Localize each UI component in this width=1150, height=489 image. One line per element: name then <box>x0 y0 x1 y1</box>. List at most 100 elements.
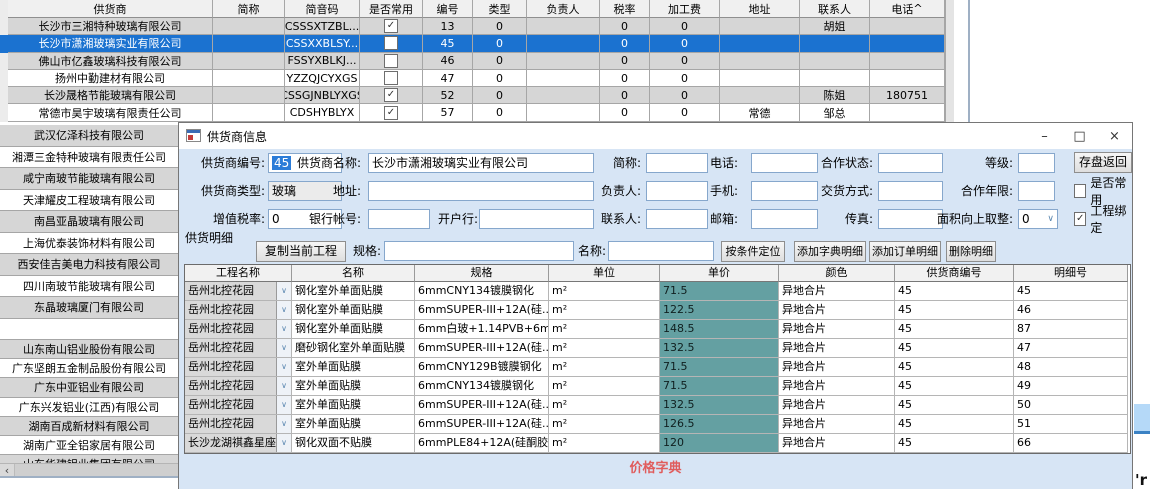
column-header[interactable]: 供货商 <box>8 0 213 18</box>
cell[interactable]: 异地合片 <box>779 358 895 377</box>
cell[interactable]: 45 <box>895 396 1014 415</box>
cell[interactable]: 异地合片 <box>779 415 895 434</box>
table-row[interactable]: 长沙晟格节能玻璃有限公司CSSGJNBLYXGS✓52000陈姐180751 <box>8 87 945 104</box>
cell[interactable]: 6mmSUPER-III+12A(硅... <box>415 396 549 415</box>
cell[interactable]: m² <box>549 320 660 339</box>
cell[interactable]: 异地合片 <box>779 282 895 301</box>
cell[interactable]: m² <box>549 339 660 358</box>
cell[interactable]: 6mmSUPER-III+12A(硅... <box>415 301 549 320</box>
cell[interactable]: 异地合片 <box>779 339 895 358</box>
cell[interactable]: m² <box>549 282 660 301</box>
save-return-button[interactable]: 存盘返回 <box>1074 152 1132 173</box>
cell[interactable]: 室外单面贴膜 <box>292 377 415 396</box>
cell[interactable]: 47 <box>1014 339 1128 358</box>
table-row[interactable]: 长沙市潇湘玻璃实业有限公司CSSXXBLSY...45000 <box>8 35 945 52</box>
spec-filter-input[interactable] <box>384 241 574 261</box>
project-combo-cell[interactable]: 岳州北控花园∨ <box>185 339 292 358</box>
cell[interactable]: 室外单面贴膜 <box>292 396 415 415</box>
project-combo-cell[interactable]: 岳州北控花园∨ <box>185 282 292 301</box>
chevron-down-icon[interactable]: ∨ <box>276 301 291 319</box>
unit-price-cell[interactable]: 126.5 <box>660 415 779 434</box>
cell[interactable]: 钢化室外单面贴膜 <box>292 282 415 301</box>
project-combo-cell[interactable]: 岳州北控花园∨ <box>185 320 292 339</box>
cell[interactable]: 6mmSUPER-III+12A(硅... <box>415 415 549 434</box>
grade-input[interactable] <box>1018 153 1055 173</box>
checkbox-checked-icon[interactable]: ✓ <box>384 88 398 102</box>
column-header[interactable]: 明细号 <box>1014 265 1128 282</box>
list-item[interactable]: 山东华建铝业集团有限公司 <box>0 455 178 463</box>
locate-by-condition-button[interactable]: 按条件定位 <box>721 241 785 262</box>
cell[interactable]: 66 <box>1014 434 1128 453</box>
column-header[interactable]: 供货商编号 <box>895 265 1014 282</box>
column-header[interactable]: 联系人 <box>800 0 870 18</box>
column-header[interactable]: 颜色 <box>779 265 895 282</box>
scroll-left-arrow-icon[interactable]: ‹ <box>0 464 14 476</box>
checkbox-checked-icon[interactable]: ✓ <box>384 106 398 120</box>
list-item[interactable]: 上海优泰装饰材料有限公司 <box>0 233 178 255</box>
list-item[interactable]: 广东坚朗五金制品股份有限公司 <box>0 359 178 378</box>
cell[interactable]: 45 <box>895 377 1014 396</box>
add-order-detail-button[interactable]: 添加订单明细 <box>869 241 941 262</box>
column-header[interactable]: 加工费 <box>650 0 720 18</box>
cell[interactable]: 45 <box>895 358 1014 377</box>
cell[interactable]: 87 <box>1014 320 1128 339</box>
project-combo-cell[interactable]: 岳州北控花园∨ <box>185 396 292 415</box>
list-item[interactable]: 广东兴发铝业(江西)有限公司 <box>0 398 178 417</box>
project-combo-cell[interactable]: 岳州北控花园∨ <box>185 377 292 396</box>
cell[interactable]: 49 <box>1014 377 1128 396</box>
chevron-down-icon[interactable]: ∨ <box>276 415 291 433</box>
cell[interactable]: 6mmSUPER-III+12A(硅... <box>415 339 549 358</box>
address-input[interactable] <box>368 181 594 201</box>
table-row[interactable]: 长沙市三湘特种玻璃有限公司CSSSXTZBL...✓13000胡姐 <box>8 18 945 35</box>
chevron-down-icon[interactable]: ∨ <box>276 339 291 357</box>
cell[interactable]: 45 <box>895 301 1014 320</box>
cell[interactable]: 6mm白玻+1.14PVB+6mm... <box>415 320 549 339</box>
close-button[interactable]: × <box>1097 123 1132 149</box>
table-row[interactable]: 佛山市亿鑫玻璃科技有限公司FSSYXBLKJ...46000 <box>8 53 945 70</box>
cell[interactable]: 46 <box>1014 301 1128 320</box>
chevron-down-icon[interactable]: ∨ <box>276 377 291 395</box>
list-item[interactable]: 东晶玻璃厦门有限公司 <box>0 297 178 319</box>
copy-current-project-button[interactable]: 复制当前工程 <box>256 241 346 262</box>
cell[interactable]: 45 <box>895 320 1014 339</box>
common-use-checkbox[interactable]: 是否常用 <box>1074 181 1132 201</box>
coop-status-input[interactable] <box>878 153 943 173</box>
column-header[interactable]: 是否常用 <box>360 0 423 18</box>
cell[interactable]: 48 <box>1014 358 1128 377</box>
list-item[interactable]: 咸宁南玻节能玻璃有限公司 <box>0 168 178 190</box>
delete-detail-button[interactable]: 删除明细 <box>946 241 996 262</box>
column-header[interactable]: 电话^ <box>870 0 945 18</box>
bank-account-input[interactable] <box>368 209 430 229</box>
list-item[interactable]: 天津耀皮工程玻璃有限公司 <box>0 190 178 212</box>
checkbox-checked-icon[interactable]: ✓ <box>1074 212 1086 226</box>
supplier-name-input[interactable]: 长沙市潇湘玻璃实业有限公司 <box>368 153 594 173</box>
column-header[interactable]: 负责人 <box>527 0 600 18</box>
unit-price-cell[interactable]: 120 <box>660 434 779 453</box>
unit-price-cell[interactable]: 71.5 <box>660 282 779 301</box>
cell[interactable]: 异地合片 <box>779 377 895 396</box>
coop-years-input[interactable] <box>1018 181 1055 201</box>
unit-price-cell[interactable]: 132.5 <box>660 396 779 415</box>
column-header[interactable]: 工程名称 <box>185 265 292 282</box>
project-combo-cell[interactable]: 长沙龙湖祺鑫星座∨ <box>185 434 292 453</box>
checkbox-icon[interactable] <box>384 36 398 50</box>
checkbox-icon[interactable] <box>384 54 398 68</box>
chevron-down-icon[interactable]: ∨ <box>276 282 291 300</box>
bank-input[interactable] <box>479 209 594 229</box>
dialog-titlebar[interactable]: 供货商信息 – □ × <box>179 123 1132 149</box>
minimize-button[interactable]: – <box>1027 123 1062 149</box>
cell[interactable]: 6mmCNY129B镀膜钢化 <box>415 358 549 377</box>
name-filter-input[interactable] <box>608 241 714 261</box>
checkbox-icon[interactable] <box>384 71 398 85</box>
unit-price-cell[interactable]: 148.5 <box>660 320 779 339</box>
list-item[interactable]: 南昌亚晶玻璃有限公司 <box>0 211 178 233</box>
cell[interactable]: m² <box>549 301 660 320</box>
unit-price-cell[interactable]: 71.5 <box>660 377 779 396</box>
chevron-down-icon[interactable]: ∨ <box>276 320 291 338</box>
chevron-down-icon[interactable]: ∨ <box>276 358 291 376</box>
project-bind-checkbox[interactable]: ✓ 工程绑定 <box>1074 209 1132 229</box>
unit-price-cell[interactable]: 71.5 <box>660 358 779 377</box>
cell[interactable]: 45 <box>895 282 1014 301</box>
project-combo-cell[interactable]: 岳州北控花园∨ <box>185 358 292 377</box>
chevron-down-icon[interactable]: ∨ <box>1047 210 1054 228</box>
